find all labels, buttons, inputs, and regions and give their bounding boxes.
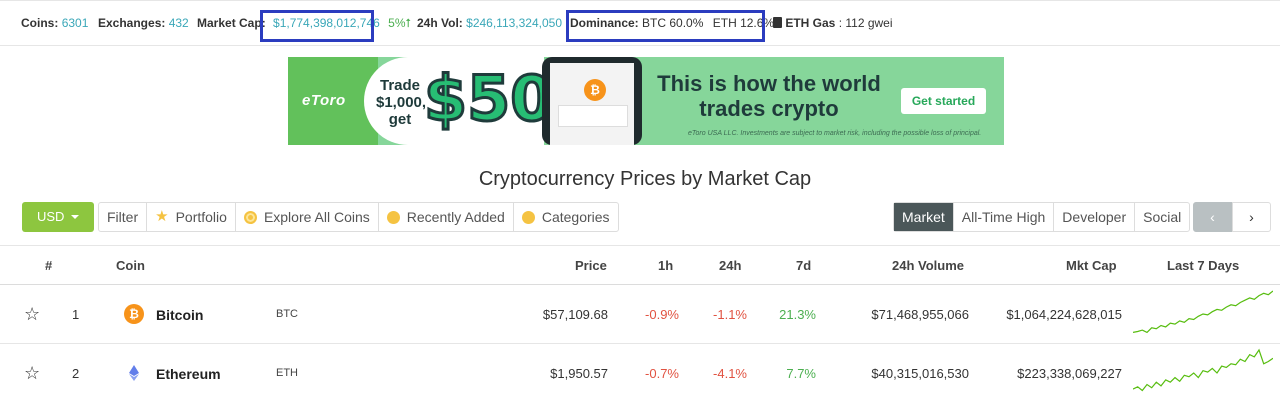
favorite-star-icon[interactable]: ☆ <box>24 304 40 325</box>
stat-exchanges-label: Exchanges: <box>98 16 166 30</box>
stat-marketcap-change: 5% <box>388 16 406 30</box>
filter-label: Filter <box>107 209 139 225</box>
tab-social[interactable]: Social <box>1135 203 1189 231</box>
volume-24h: $71,468,955,066 <box>871 307 969 322</box>
banner-disclaimer: eToro USA LLC. Investments are subject t… <box>688 130 982 137</box>
header-1h[interactable]: 1h <box>658 258 673 273</box>
coin-name-link[interactable]: Ethereum <box>156 366 221 382</box>
coin-symbol: BTC <box>276 308 298 320</box>
highlight-dominance-box <box>566 10 765 42</box>
row-rank: 2 <box>72 366 80 381</box>
coin-price: $1,950.57 <box>550 366 608 381</box>
stat-volume-label: 24h Vol: <box>417 16 463 30</box>
banner-headline: This is how the world trades crypto <box>657 71 881 121</box>
categories-icon <box>521 210 535 224</box>
filter-button[interactable]: Filter <box>99 203 148 231</box>
highlight-marketcap-box <box>260 10 374 42</box>
phone-row <box>558 105 628 127</box>
globe-icon <box>243 210 257 224</box>
table-row[interactable]: ☆ 2 Ethereum ETH $1,950.57 -0.7% -4.1% 7… <box>0 344 1280 402</box>
bitcoin-icon: ₿ <box>124 304 144 324</box>
pager: ‹ › <box>1193 202 1271 232</box>
gas-pump-icon <box>773 17 782 28</box>
global-stats-bar: Coins: 6301 Exchanges: 432 Market Cap: $… <box>0 0 1280 46</box>
header-24h-volume[interactable]: 24h Volume <box>892 258 964 273</box>
change-7d: 7.7% <box>786 366 816 381</box>
etoro-ad-banner[interactable]: eToro Trade $1,000, get $50 ₿ This is ho… <box>288 57 1004 145</box>
etoro-logo: eToro <box>302 92 346 109</box>
phone-screen <box>550 63 634 145</box>
header-rank[interactable]: # <box>45 258 52 273</box>
arrow-up-icon: ⭡ <box>405 16 412 30</box>
header-7d[interactable]: 7d <box>796 258 811 273</box>
stat-volume: 24h Vol: $246,113,324,050 <box>417 16 562 30</box>
ethereum-icon <box>124 363 144 383</box>
volume-24h: $40,315,016,530 <box>871 366 969 381</box>
currency-label: USD <box>37 209 65 224</box>
explore-all-coins-button[interactable]: Explore All Coins <box>236 203 379 231</box>
tab-developer[interactable]: Developer <box>1054 203 1136 231</box>
sparkline-chart <box>1133 348 1273 392</box>
market-cap: $1,064,224,628,015 <box>1006 307 1122 322</box>
phone-image: ₿ <box>542 57 642 145</box>
next-page-button[interactable]: › <box>1232 202 1271 232</box>
header-last-7-days: Last 7 Days <box>1167 258 1240 273</box>
caret-down-icon <box>71 215 79 219</box>
stat-coins: Coins: 6301 <box>21 16 88 30</box>
star-icon: ★ <box>155 208 169 225</box>
banner-trade-text: Trade $1,000, get <box>376 77 427 128</box>
prev-page-button[interactable]: ‹ <box>1193 202 1232 232</box>
get-started-button[interactable]: Get started <box>901 88 986 114</box>
portfolio-label: Portfolio <box>175 209 227 225</box>
stat-gas: ETH Gas : 112 gwei <box>773 16 893 30</box>
recently-added-label: Recently Added <box>406 209 505 225</box>
stat-volume-value[interactable]: $246,113,324,050 <box>466 16 562 30</box>
stat-coins-value[interactable]: 6301 <box>62 16 89 30</box>
tab-market[interactable]: Market <box>894 203 954 231</box>
change-24h: -1.1% <box>713 307 747 322</box>
stat-gas-label: ETH Gas <box>785 16 836 30</box>
categories-label: Categories <box>541 209 610 225</box>
header-mkt-cap[interactable]: Mkt Cap <box>1066 258 1117 273</box>
change-1h: -0.9% <box>645 307 679 322</box>
change-24h: -4.1% <box>713 366 747 381</box>
filter-bar: Filter ★ Portfolio Explore All Coins Rece… <box>98 202 619 232</box>
header-price[interactable]: Price <box>575 258 607 273</box>
row-rank: 1 <box>72 307 80 322</box>
coin-name-link[interactable]: Bitcoin <box>156 307 203 323</box>
currency-dropdown[interactable]: USD <box>22 202 94 232</box>
change-7d: 21.3% <box>779 307 816 322</box>
bitcoin-icon: ₿ <box>584 79 606 101</box>
coin-price: $57,109.68 <box>542 307 608 322</box>
banner-amount: $50 <box>422 61 554 137</box>
stat-exchanges-value[interactable]: 432 <box>169 16 189 30</box>
favorite-star-icon[interactable]: ☆ <box>24 363 40 384</box>
stat-coins-label: Coins: <box>21 16 59 30</box>
categories-button[interactable]: Categories <box>514 203 618 231</box>
stat-exchanges: Exchanges: 432 <box>98 16 189 30</box>
header-24h[interactable]: 24h <box>719 258 741 273</box>
recently-added-icon <box>386 210 400 224</box>
table-header: # Coin Price 1h 24h 7d 24h Volume Mkt Ca… <box>0 245 1280 285</box>
sparkline-line <box>1133 348 1273 392</box>
stat-gas-value: : 112 gwei <box>838 16 893 30</box>
change-1h: -0.7% <box>645 366 679 381</box>
view-tabs: Market All-Time High Developer Social <box>893 202 1191 232</box>
recently-added-button[interactable]: Recently Added <box>379 203 514 231</box>
coin-symbol: ETH <box>276 367 298 379</box>
page-title: Cryptocurrency Prices by Market Cap <box>478 168 812 190</box>
sparkline-chart <box>1133 290 1273 334</box>
sparkline-line <box>1133 290 1273 334</box>
header-coin[interactable]: Coin <box>116 258 145 273</box>
market-cap: $223,338,069,227 <box>1017 366 1122 381</box>
explore-label: Explore All Coins <box>263 209 370 225</box>
stat-marketcap-label: Market Cap: <box>197 16 266 30</box>
tab-all-time-high[interactable]: All-Time High <box>954 203 1055 231</box>
portfolio-button[interactable]: ★ Portfolio <box>147 203 236 231</box>
table-row[interactable]: ☆ 1 ₿ Bitcoin BTC $57,109.68 -0.9% -1.1%… <box>0 285 1280 344</box>
